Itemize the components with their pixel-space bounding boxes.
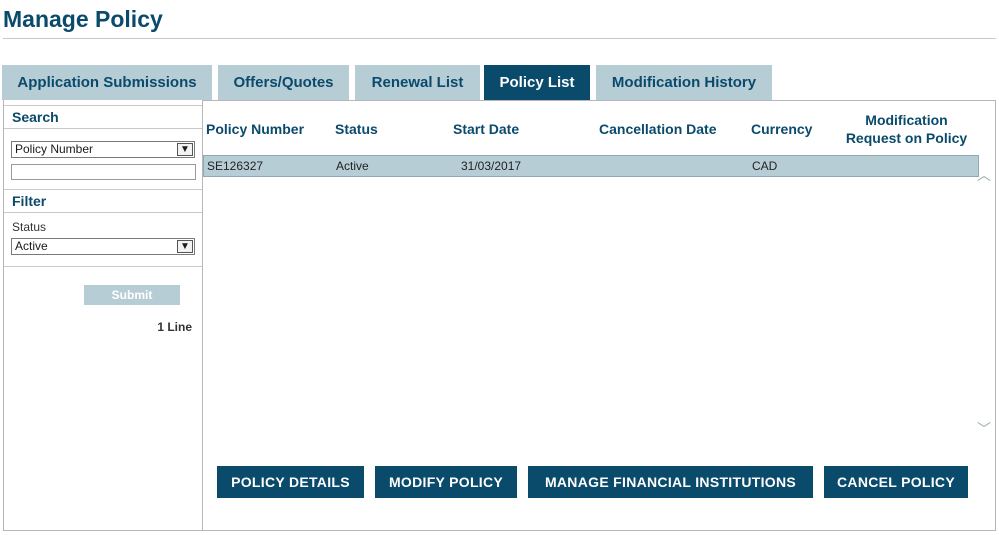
page-title: Manage Policy [3,6,163,32]
search-field-select[interactable]: Policy Number ▼ [11,141,195,158]
title-divider [3,38,996,39]
tab-modification-history[interactable]: Modification History [596,65,772,100]
cancel-policy-button[interactable]: CANCEL POLICY [824,466,968,498]
filter-divider [4,266,202,267]
cell-currency: CAD [752,159,778,173]
status-filter-label: Status [12,220,47,234]
cell-policy-number: SE126327 [207,159,264,173]
search-input[interactable] [11,164,196,180]
policy-list-panel: Policy Number Status Start Date Cancella… [202,100,996,531]
chevron-down-icon: ▼ [177,143,193,156]
modify-policy-button[interactable]: MODIFY POLICY [375,466,517,498]
column-header-status: Status [335,121,378,137]
manage-financial-institutions-button[interactable]: MANAGE FINANCIAL INSTITUTIONS [528,466,813,498]
tab-policy-list[interactable]: Policy List [484,65,590,100]
chevron-down-icon: ▼ [177,240,193,253]
status-filter-select-value: Active [15,239,48,253]
search-section-title: Search [4,105,202,129]
column-header-modification-request: Modification Request on Policy [845,112,968,146]
policy-details-button[interactable]: POLICY DETAILS [217,466,364,498]
chevron-down-icon[interactable]: ﹀ [977,419,991,439]
search-filter-panel: Search Policy Number ▼ Filter Status Act… [3,100,202,531]
tab-offers-quotes[interactable]: Offers/Quotes [218,65,349,100]
tab-application-submissions[interactable]: Application Submissions [2,65,212,100]
cell-status: Active [336,159,369,173]
tab-renewal-list[interactable]: Renewal List [355,65,480,100]
column-header-currency: Currency [751,121,813,137]
column-header-start-date: Start Date [453,121,520,137]
filter-section-title: Filter [4,189,202,213]
result-count: 1 Line [157,320,192,334]
column-header-policy-number: Policy Number [206,121,305,137]
cell-start-date: 31/03/2017 [461,159,522,173]
submit-button[interactable]: Submit [84,285,180,305]
status-filter-select[interactable]: Active ▼ [11,238,195,255]
chevron-up-icon[interactable]: ︿ [977,165,991,185]
search-field-select-value: Policy Number [15,142,94,156]
table-row[interactable]: SE126327 Active 31/03/2017 CAD [203,155,979,177]
column-header-cancellation-date: Cancellation Date [599,121,717,137]
